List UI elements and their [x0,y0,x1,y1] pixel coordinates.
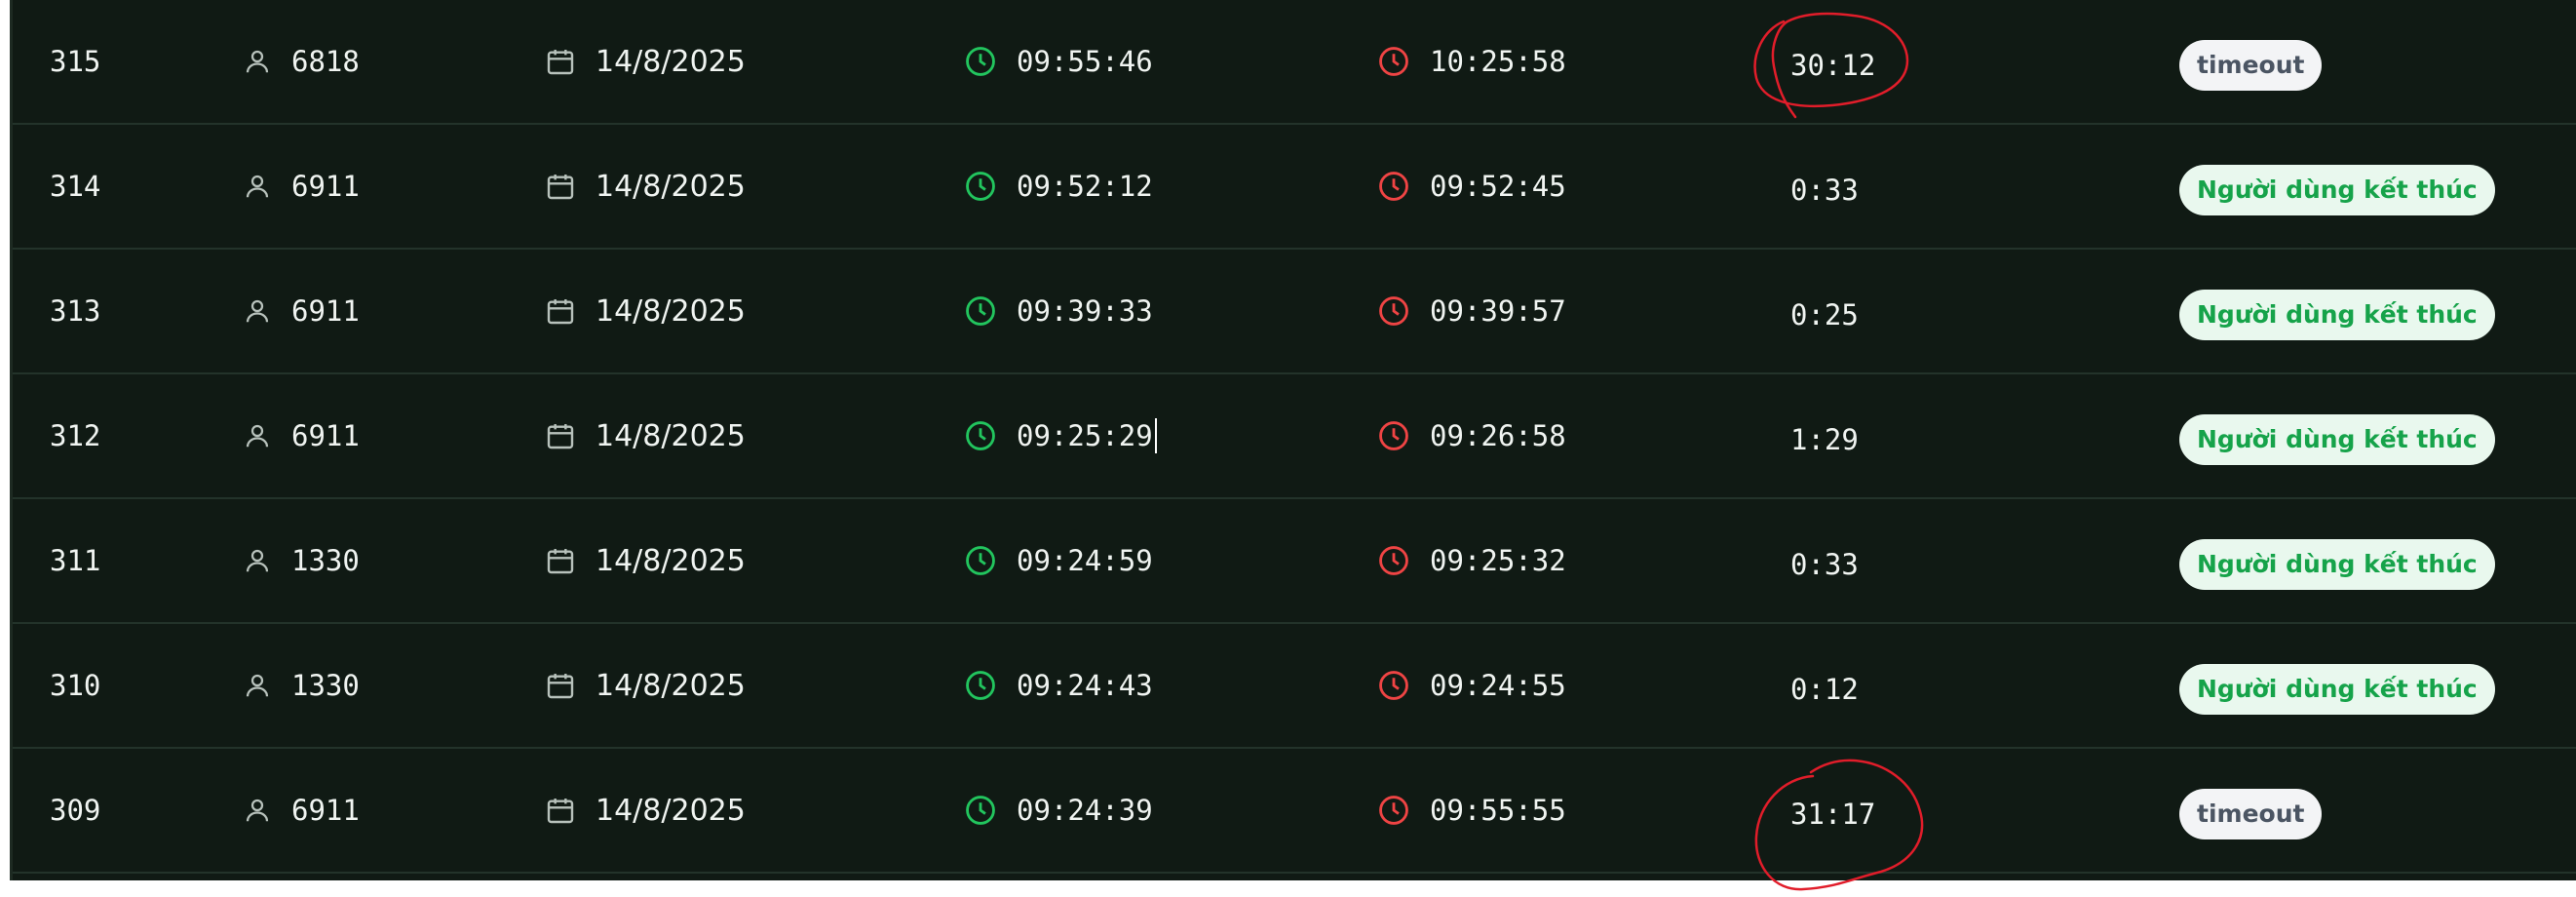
session-date: 14/8/2025 [596,418,746,453]
start-clock-icon [964,794,997,827]
end-time: 09:26:58 [1430,419,1566,452]
start-time: 09:55:46 [1017,45,1153,78]
calendar-icon [545,45,576,78]
start-time: 09:39:33 [1017,294,1153,328]
end-time: 09:24:55 [1430,669,1566,702]
table-row[interactable]: 311 1330 14/8/2025 09:24:59 09:25:32 0:3… [13,499,2576,624]
end-clock-icon [1377,45,1410,78]
start-time: 09:24:59 [1017,544,1153,577]
status-badge: Người dùng kết thúc [2179,414,2495,465]
user-icon [243,795,272,826]
end-clock-icon [1377,294,1410,328]
end-time: 09:25:32 [1430,544,1566,577]
sessions-table: 315 6818 14/8/2025 09:55:46 10:25:58 30:… [10,0,2576,880]
user-icon [243,46,272,77]
user-icon [243,420,272,451]
session-id: 311 [50,544,101,577]
table-row[interactable]: 312 6911 14/8/2025 09:25:29 09:26:58 1:2… [13,374,2576,499]
duration: 0:25 [1790,298,1859,332]
calendar-icon [545,419,576,452]
user-icon [243,670,272,701]
calendar-icon [545,794,576,827]
duration: 1:29 [1790,423,1859,456]
calendar-icon [545,544,576,577]
end-clock-icon [1377,419,1410,452]
table-row[interactable]: 314 6911 14/8/2025 09:52:12 09:52:45 0:3… [13,125,2576,250]
start-clock-icon [964,294,997,328]
session-date: 14/8/2025 [596,169,746,204]
session-date: 14/8/2025 [596,293,746,329]
end-time: 10:25:58 [1430,45,1566,78]
end-clock-icon [1377,669,1410,702]
start-time: 09:24:39 [1017,794,1153,827]
end-clock-icon [1377,170,1410,203]
start-clock-icon [964,669,997,702]
end-clock-icon [1377,544,1410,577]
user-icon [243,171,272,202]
calendar-icon [545,669,576,702]
session-id: 313 [50,294,101,328]
end-time: 09:55:55 [1430,794,1566,827]
status-badge: timeout [2179,789,2323,839]
status-badge: Người dùng kết thúc [2179,539,2495,590]
start-clock-icon [964,419,997,452]
table-row[interactable]: 310 1330 14/8/2025 09:24:43 09:24:55 0:1… [13,624,2576,749]
session-date: 14/8/2025 [596,793,746,828]
duration: 0:33 [1790,174,1859,207]
status-badge: Người dùng kết thúc [2179,290,2495,340]
session-id: 314 [50,170,101,203]
calendar-icon [545,170,576,203]
user-icon [243,295,272,327]
end-clock-icon [1377,794,1410,827]
duration: 0:12 [1790,673,1859,706]
table-row[interactable]: 315 6818 14/8/2025 09:55:46 10:25:58 30:… [13,0,2576,125]
start-time[interactable]: 09:25:29 [1017,419,1153,452]
session-date: 14/8/2025 [596,44,746,79]
start-clock-icon [964,544,997,577]
user-id: 6818 [291,45,360,78]
start-clock-icon [964,170,997,203]
end-time: 09:52:45 [1430,170,1566,203]
session-date: 14/8/2025 [596,668,746,703]
start-time: 09:52:12 [1017,170,1153,203]
user-icon [243,545,272,576]
status-badge: Người dùng kết thúc [2179,664,2495,715]
table-row[interactable]: 309 6911 14/8/2025 09:24:39 09:55:55 31:… [13,749,2576,874]
duration: 0:33 [1790,548,1859,581]
text-cursor [1154,418,1157,453]
user-id: 6911 [291,794,360,827]
user-id: 6911 [291,419,360,452]
user-id: 1330 [291,669,360,702]
status-badge: timeout [2179,40,2323,91]
session-date: 14/8/2025 [596,543,746,578]
user-id: 6911 [291,294,360,328]
user-id: 6911 [291,170,360,203]
session-id: 310 [50,669,101,702]
calendar-icon [545,294,576,328]
start-clock-icon [964,45,997,78]
session-id: 315 [50,45,101,78]
session-id: 312 [50,419,101,452]
start-time: 09:24:43 [1017,669,1153,702]
duration: 31:17 [1790,798,1876,831]
duration: 30:12 [1790,49,1876,82]
user-id: 1330 [291,544,360,577]
table-row[interactable]: 313 6911 14/8/2025 09:39:33 09:39:57 0:2… [13,250,2576,374]
session-id: 309 [50,794,101,827]
status-badge: Người dùng kết thúc [2179,165,2495,215]
end-time: 09:39:57 [1430,294,1566,328]
